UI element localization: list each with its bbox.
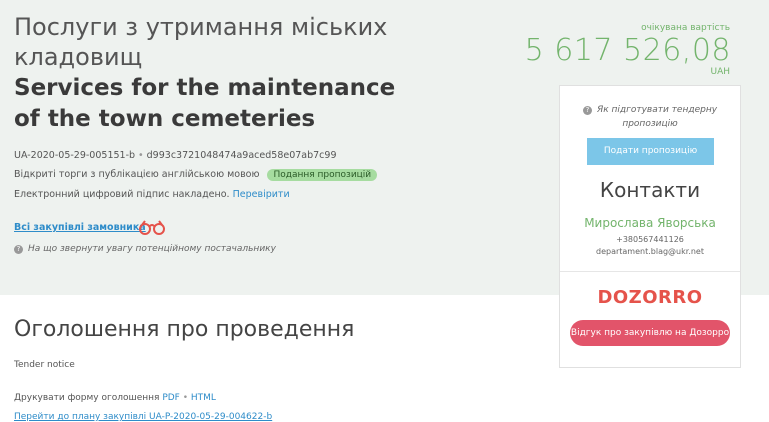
- expected-value-currency: UAH: [710, 67, 730, 77]
- binoculars-icon[interactable]: [138, 219, 166, 235]
- signature-line: Електронний цифровий підпис накладено. П…: [14, 189, 290, 200]
- question-circle-icon: ?: [582, 106, 592, 115]
- expected-value-amount: 5 617 526,08: [524, 33, 731, 68]
- contacts-heading: Контакти: [599, 178, 701, 202]
- tender-hash: d993c3721048474a9aced58e07ab7c99: [146, 150, 337, 161]
- print-form-label: Друкувати форму оголошення: [14, 393, 160, 403]
- tender-id-line: UA-2020-05-29-005151-b • d993c3721048474a9…: [14, 150, 337, 161]
- status-badge: Подання пропозицій: [267, 169, 378, 181]
- question-circle-icon: ?: [14, 245, 23, 254]
- contact-email: departament.blag@ukr.net: [596, 247, 704, 256]
- separator: •: [179, 393, 191, 403]
- divider: [560, 271, 740, 272]
- procurement-plan-link[interactable]: Перейти до плану закупівлі UA-P-2020-05-…: [14, 412, 272, 422]
- dozorro-review-button[interactable]: Відгук про закупівлю на Дозорро: [570, 320, 730, 346]
- tender-id: UA-2020-05-29-005151-b: [14, 150, 136, 161]
- print-pdf-link[interactable]: PDF: [162, 393, 180, 403]
- attention-hint[interactable]: ? На що звернути увагу потенційному поста…: [14, 244, 276, 254]
- submit-proposal-button[interactable]: Подати пропозицію: [587, 138, 714, 165]
- procedure-type: Відкриті торги з публікацією англійською…: [14, 169, 260, 180]
- sidebar-card-top: ? Як підготувати тендерну пропозицію Пода…: [560, 86, 740, 271]
- separator: •: [138, 150, 144, 161]
- dozorro-logo: DOZORRO: [597, 287, 703, 308]
- how-to-prepare-link[interactable]: ? Як підготувати тендерну пропозицію: [560, 103, 740, 131]
- print-form-line: Друкувати форму оголошення PDF • HTML: [14, 393, 216, 403]
- how-to-prepare-text: Як підготувати тендерну пропозицію: [596, 105, 718, 129]
- verify-signature-link[interactable]: Перевірити: [233, 189, 290, 200]
- sidebar-card: ? Як підготувати тендерну пропозицію Пода…: [559, 85, 741, 368]
- tender-title-en: Services for the maintenance of the town…: [14, 75, 396, 132]
- contact-phone: +380567441126: [616, 235, 684, 244]
- signature-text: Електронний цифровий підпис накладено.: [14, 189, 230, 200]
- procedure-line: Відкриті торги з публікацією англійською…: [14, 169, 378, 181]
- notice-subheading: Tender notice: [14, 360, 75, 370]
- notice-heading: Оголошення про проведення: [14, 317, 355, 342]
- expected-value-label: очікувана вартість: [641, 23, 730, 33]
- attention-hint-text: На що звернути увагу потенційному постач…: [28, 244, 276, 254]
- tender-title-uk: Послуги з утримання міських кладовищ: [14, 13, 388, 71]
- all-customer-purchases-link[interactable]: Всі закупівлі замовника: [14, 222, 146, 233]
- contact-name: Мирослава Яворська: [584, 216, 716, 230]
- print-html-link[interactable]: HTML: [191, 393, 216, 403]
